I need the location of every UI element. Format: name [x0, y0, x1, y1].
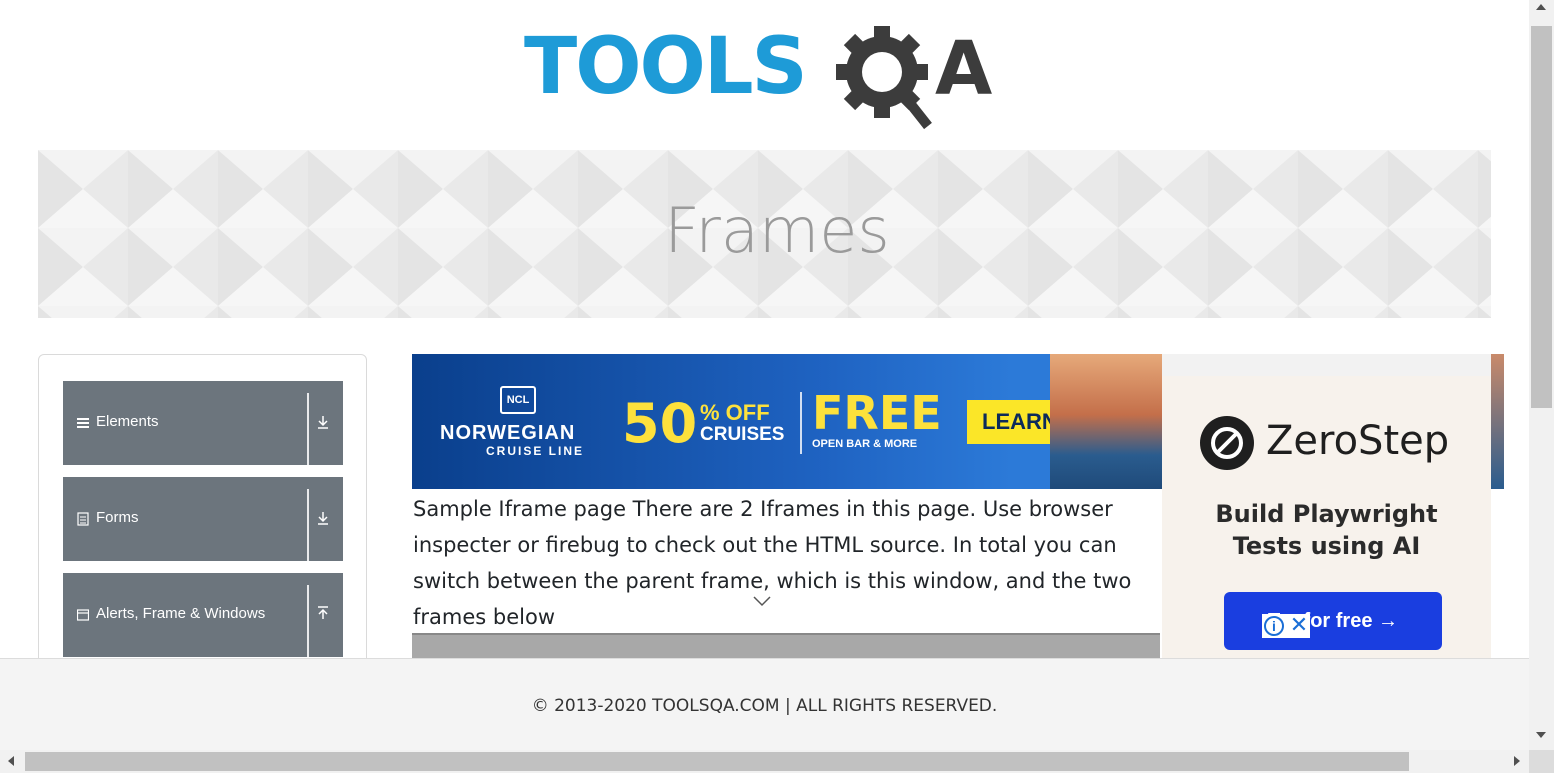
logo-letter: A [935, 26, 993, 112]
scroll-down-icon[interactable] [1536, 732, 1546, 738]
document-icon [77, 512, 89, 526]
download-arrow-icon[interactable] [316, 413, 330, 431]
window-icon [77, 609, 89, 621]
scrollbar-corner [1529, 750, 1554, 773]
horizontal-scrollbar[interactable] [0, 750, 1529, 773]
logo-text: TOOLS [524, 22, 808, 112]
horizontal-scroll-thumb[interactable] [25, 752, 1409, 771]
toolsqa-logo[interactable]: TOOLS A [520, 18, 1020, 138]
offer-free: FREE [812, 386, 942, 440]
ncl-brand-name: NORWEGIAN [440, 422, 576, 444]
sidebar-group-label: Alerts, Frame & Windows [96, 605, 266, 622]
divider [307, 393, 309, 465]
zerostep-brand: ZeroStep [1266, 418, 1450, 464]
ad-top-strip [1162, 354, 1491, 376]
offer-number: 50 [622, 392, 698, 455]
ncl-brand-sub: CRUISE LINE [486, 444, 585, 458]
ad-photo-edge [1490, 354, 1504, 489]
footer-copyright: © 2013-2020 TOOLSQA.COM | ALL RIGHTS RES… [531, 696, 998, 716]
scroll-left-icon[interactable] [8, 756, 14, 766]
ncl-badge: NCL [500, 386, 536, 414]
gear-magnifier-icon [836, 26, 932, 130]
divider [307, 585, 309, 657]
upload-arrow-icon[interactable] [316, 605, 330, 623]
download-arrow-icon[interactable] [316, 509, 330, 527]
try-for-free-button[interactable]: Try for free → [1224, 592, 1442, 650]
ad-close-icon[interactable]: ✕ [1288, 614, 1310, 638]
scroll-right-icon[interactable] [1514, 756, 1520, 766]
ad-info-icon[interactable]: i [1264, 616, 1284, 636]
vertical-scrollbar[interactable] [1529, 0, 1554, 750]
zerostep-logo-icon [1200, 416, 1254, 470]
offer-extra: OPEN BAR & MORE [812, 438, 918, 450]
sidebar-group-label: Elements [96, 413, 159, 430]
offer-divider [800, 392, 802, 454]
sidebar-group-alerts[interactable]: Alerts, Frame & Windows [63, 573, 343, 657]
tagline-line2: Tests using AI [1232, 532, 1421, 560]
hamburger-icon [77, 418, 89, 428]
tagline-line1: Build Playwright [1215, 500, 1438, 528]
divider [307, 489, 309, 561]
offer-percent: % OFF [700, 400, 770, 425]
sidebar-group-forms[interactable]: Forms [63, 477, 343, 561]
ad-photo [1050, 354, 1162, 489]
adchoices[interactable]: i ✕ [1262, 614, 1310, 638]
footer: © 2013-2020 TOOLSQA.COM | ALL RIGHTS RES… [0, 658, 1529, 750]
sidebar-group-elements[interactable]: Elements [63, 381, 343, 465]
zerostep-ad[interactable]: ZeroStep Build Playwright Tests using AI… [1162, 354, 1491, 664]
chevron-down-icon[interactable] [752, 594, 772, 608]
vertical-scroll-thumb[interactable] [1531, 26, 1552, 408]
offer-cruises: CRUISES [700, 424, 785, 445]
scroll-up-icon[interactable] [1536, 4, 1546, 10]
sidebar: Elements Forms Alerts, Frame & Windows [38, 354, 367, 684]
zerostep-tagline: Build Playwright Tests using AI [1162, 498, 1491, 562]
sidebar-group-label: Forms [96, 509, 139, 526]
iframe-description: Sample Iframe page There are 2 Iframes i… [413, 497, 1132, 629]
page-title: Frames [664, 194, 890, 267]
